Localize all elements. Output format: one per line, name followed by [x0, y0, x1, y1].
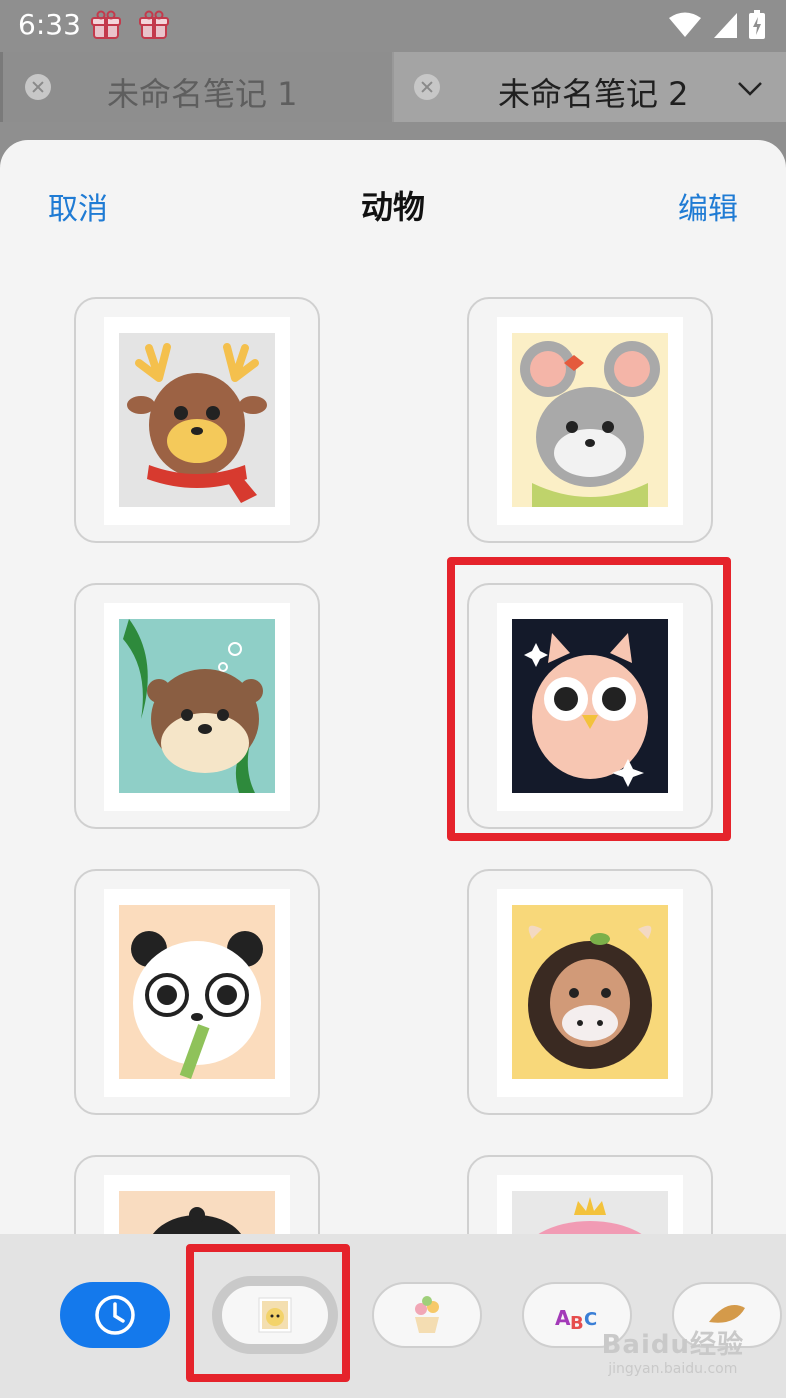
wifi-icon [669, 12, 701, 37]
watermark-brand: Baidu经验 [601, 1330, 744, 1360]
signal-icon [714, 13, 737, 38]
sticker-panda[interactable] [74, 869, 320, 1115]
sheet-header: 取消 动物 编辑 [0, 140, 786, 268]
close-circle-icon[interactable] [414, 74, 440, 100]
status-time: 6:33 [18, 8, 81, 41]
watermark: Baidu经验 jingyan.baidu.com [602, 1324, 744, 1377]
sticker-deer[interactable] [74, 297, 320, 543]
sticker-paper [104, 317, 290, 525]
sticker-paper [104, 889, 290, 1097]
battery-charging-icon [749, 10, 765, 39]
sticker-cow[interactable] [467, 869, 713, 1115]
sticker-paper [497, 889, 683, 1097]
otter-sticker-image [119, 619, 275, 793]
cow-sticker-image [512, 905, 668, 1079]
status-bar: 6:33 [0, 0, 786, 52]
edit-button[interactable]: 编辑 [678, 184, 738, 228]
category-bar: A B C Baidu经验 jingyan.baidu.com [0, 1234, 786, 1398]
sticker-mouse[interactable] [467, 297, 713, 543]
svg-text:A: A [555, 1306, 571, 1330]
close-circle-icon[interactable] [25, 74, 51, 100]
flower-pot-icon [415, 1296, 439, 1333]
sticker-otter[interactable] [74, 583, 320, 829]
svg-text:B: B [570, 1313, 584, 1334]
clock-icon [95, 1295, 135, 1335]
tab-label: 未命名笔记 2 [498, 75, 689, 113]
highlight-box [447, 557, 731, 841]
chevron-down-icon[interactable] [736, 74, 764, 102]
abc-letters-icon: A B C [555, 1306, 597, 1334]
tab-note-1[interactable]: 未命名笔记 1 [0, 52, 392, 122]
category-recent[interactable] [60, 1282, 170, 1348]
page-title: 动物 [360, 188, 425, 226]
watermark-url: jingyan.baidu.com [608, 1361, 738, 1377]
note-tabs: 未命名笔记 1 未命名笔记 2 [0, 52, 786, 122]
gift-icon [91, 10, 121, 39]
svg-text:C: C [584, 1309, 597, 1330]
tab-note-2[interactable]: 未命名笔记 2 [394, 52, 786, 122]
panda-sticker-image [119, 905, 275, 1079]
mouse-sticker-image [512, 333, 668, 507]
gift-icon [139, 10, 169, 39]
highlight-box [186, 1244, 350, 1382]
deer-sticker-image [119, 333, 275, 507]
category-plants[interactable] [372, 1282, 482, 1348]
sticker-sheet: 取消 动物 编辑 [0, 140, 786, 1398]
sticker-paper [497, 317, 683, 525]
tab-label: 未命名笔记 1 [107, 75, 298, 113]
sticker-paper [104, 603, 290, 811]
